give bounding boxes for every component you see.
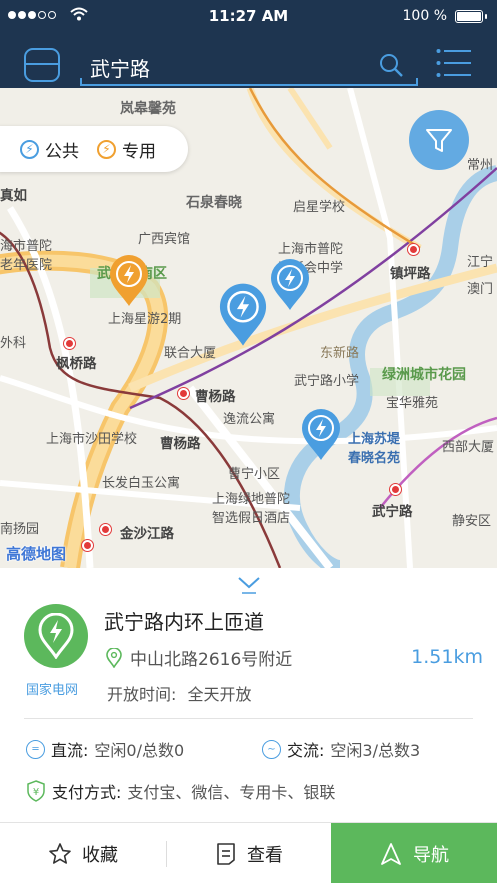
charger-brand-icon — [38, 613, 74, 659]
navigate-label: 导航 — [413, 844, 449, 866]
map-label: 西部大厦 — [442, 440, 495, 455]
map-label: 逸流公寓 — [223, 412, 276, 427]
station-distance: 1.51km — [411, 646, 483, 668]
dc-info: ═ 直流: 空闲0/总数0 — [26, 737, 184, 761]
document-icon — [217, 842, 235, 865]
map-provider-logo: 高德地图 — [6, 545, 67, 563]
map-label: 石泉春晓 — [186, 195, 242, 211]
menu-button[interactable] — [24, 48, 60, 82]
ac-value: 空闲3/总数3 — [330, 741, 421, 760]
dc-label: 直流: — [51, 741, 89, 760]
navigate-button[interactable]: 导航 — [331, 823, 497, 883]
map-label: 启星学校 — [293, 200, 346, 215]
map-label: 上海市沙田学校 — [46, 432, 138, 447]
battery-icon — [455, 10, 487, 23]
station-address: 中山北路2616号附近 — [130, 650, 293, 670]
map-label: 江宁 — [467, 255, 494, 270]
map-label: 南扬园 — [0, 522, 40, 537]
legend-private-label: 专用 — [122, 141, 156, 162]
legend-private[interactable]: ⚡ 专用 — [97, 137, 156, 162]
map-label: 上海星游2期 — [108, 312, 182, 327]
map-label: 常州 — [467, 158, 494, 173]
legend-panel: ⚡ 公共 ⚡ 专用 — [0, 126, 188, 172]
map-label: 镇坪路 — [390, 266, 431, 282]
favorite-label: 收藏 — [82, 844, 118, 866]
bolt-icon: ⚡ — [97, 139, 116, 159]
opening-hours: 开放时间: 全天开放 — [107, 681, 252, 705]
location-pin-icon — [106, 647, 122, 668]
payment-info: ¥ 支付方式: 支付宝、微信、专用卡、银联 — [26, 779, 335, 803]
navigation-arrow-icon — [381, 842, 401, 865]
pay-label: 支付方式: — [52, 783, 122, 802]
search-icon[interactable] — [378, 52, 404, 78]
charger-pin-private[interactable] — [107, 252, 151, 308]
status-bar: 11:27 AM 100 % — [0, 0, 497, 32]
map-label: 东新路 — [320, 346, 360, 361]
legend-public-label: 公共 — [45, 141, 79, 162]
brand-name: 国家电网 — [26, 683, 79, 698]
shield-yen-icon: ¥ — [27, 780, 45, 802]
metro-station-icon — [408, 244, 419, 255]
hours-label: 开放时间: — [107, 685, 177, 704]
map-label: 上海苏堤 春晓名苑 — [348, 432, 401, 466]
pay-value: 支付宝、微信、专用卡、银联 — [127, 783, 336, 802]
station-name: 武宁路内环上匝道 — [104, 610, 264, 634]
address-row: 中山北路2616号附近 — [106, 645, 292, 670]
charger-pin-public[interactable] — [299, 406, 343, 462]
ac-info: ∼ 交流: 空闲3/总数3 — [262, 737, 420, 761]
legend-public[interactable]: ⚡ 公共 — [20, 137, 79, 162]
metro-station-icon — [178, 388, 189, 399]
view-button[interactable]: 查看 — [167, 823, 331, 883]
map-label: 武宁路小学 — [294, 374, 360, 389]
map-label: 曹宁小区 — [228, 467, 281, 482]
charger-pin-public[interactable] — [268, 256, 312, 312]
search-underline — [80, 78, 418, 86]
charger-pin-selected[interactable] — [216, 280, 270, 348]
metro-station-icon — [82, 540, 93, 551]
map-label: 长发白玉公寓 — [102, 476, 181, 491]
hours-value: 全天开放 — [187, 685, 252, 704]
station-card[interactable]: 国家电网 武宁路内环上匝道 中山北路2616号附近 1.51km 开放时间: 全… — [0, 568, 497, 822]
ac-label: 交流: — [287, 741, 325, 760]
view-label: 查看 — [247, 844, 283, 866]
search-input[interactable]: 武宁路 — [90, 53, 150, 82]
map-label: 枫桥路 — [56, 356, 97, 372]
ac-icon: ∼ — [262, 739, 281, 759]
brand-logo — [24, 604, 88, 668]
metro-station-icon — [390, 484, 401, 495]
map-label: 联合大厦 — [164, 346, 217, 361]
map-label: 武宁路 — [372, 504, 413, 520]
filter-button[interactable] — [409, 110, 469, 170]
map-label: 静安区 — [452, 514, 492, 529]
chevron-down-icon[interactable] — [236, 574, 262, 596]
map-label: 广西宾馆 — [138, 232, 191, 247]
map-label: 宝华雅苑 — [386, 396, 439, 411]
map-label: 真如 — [0, 188, 27, 204]
svg-text:¥: ¥ — [33, 787, 39, 798]
metro-station-icon — [64, 338, 75, 349]
metro-station-icon — [100, 524, 111, 535]
map-label: 岚皋馨苑 — [120, 101, 176, 117]
map-label: 上海绿地普陀 智选假日酒店 — [212, 492, 291, 526]
battery-percent: 100 % — [402, 8, 447, 24]
bolt-icon: ⚡ — [20, 139, 39, 159]
map-label: 澳门 — [467, 282, 494, 297]
map-label: 绿洲城市花园 — [382, 367, 466, 383]
top-header: 11:27 AM 100 % 武宁路 — [0, 0, 497, 88]
map-label: 曹杨路 — [195, 389, 236, 405]
map-label: 金沙江路 — [120, 526, 174, 542]
map-label: 曹杨路 — [160, 436, 201, 452]
search-bar[interactable]: 武宁路 — [80, 44, 418, 86]
divider — [24, 718, 473, 719]
dc-icon: ═ — [26, 739, 45, 759]
star-icon — [49, 842, 71, 864]
map-view[interactable]: 岚皋馨苑 石泉春晓 启星学校 广西宾馆 上海市普陀 区新会中学 海市普陀 老年医… — [0, 88, 497, 568]
map-label: 海市普陀 老年医院 — [0, 239, 53, 273]
list-icon[interactable] — [436, 48, 472, 78]
favorite-button[interactable]: 收藏 — [0, 823, 166, 883]
map-label: 外科 — [0, 336, 27, 351]
filter-icon — [426, 129, 452, 152]
dc-value: 空闲0/总数0 — [94, 741, 185, 760]
bottom-action-bar: 收藏 查看 导航 — [0, 822, 497, 883]
